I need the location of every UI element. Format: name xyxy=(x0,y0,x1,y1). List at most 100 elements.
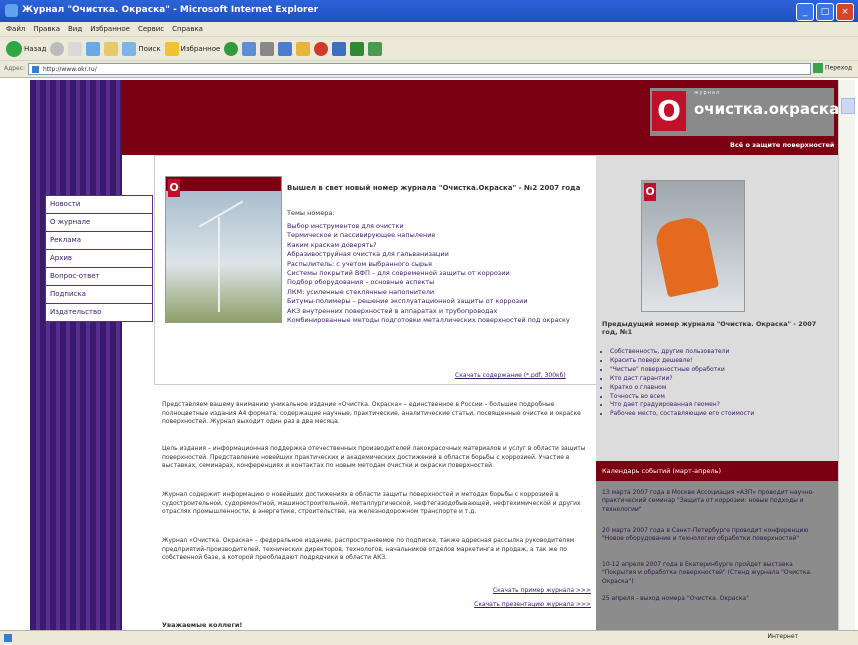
logo-o-mark: O xyxy=(652,91,686,131)
intro-paragraph-3: Журнал содержит информацию о новейших до… xyxy=(162,491,581,516)
calendar-entry: 13 марта 2007 года в Москве Ассоциация «… xyxy=(602,489,815,513)
previous-issue-list: Собственность, другие пользователи Краси… xyxy=(602,348,838,419)
toc-item: Подбор оборудования – основные аспекты xyxy=(287,278,435,287)
nav-item-faq[interactable]: Вопрос-ответ xyxy=(45,268,153,286)
previous-item[interactable]: Что дает градуированная геомен? xyxy=(610,401,838,410)
toc-item: Выбор инструментов для очистки xyxy=(287,222,404,230)
back-button[interactable]: Назад xyxy=(6,40,46,57)
menu-favorites[interactable]: Избранное xyxy=(90,22,130,36)
maximize-button[interactable]: □ xyxy=(816,3,834,21)
tools-icon[interactable] xyxy=(350,41,365,56)
go-button[interactable]: Переход xyxy=(813,63,853,75)
issue-toc: Выбор инструментов для очистки Термическ… xyxy=(287,222,592,325)
cover-logo: O xyxy=(168,179,180,197)
security-zone: Интернет xyxy=(767,633,798,640)
forward-button[interactable] xyxy=(50,41,65,56)
status-bar: Интернет xyxy=(0,630,858,645)
toc-item: ЛКМ: усиленные стеклянные наполнители xyxy=(287,287,435,296)
toc-item: Битумы-полимеры – решение эксплуатационн… xyxy=(287,297,528,306)
intro-paragraph-1: Представляем вашему вниманию уникальное … xyxy=(162,401,581,426)
site-tagline: Всё о защите поверхностей xyxy=(730,141,835,149)
favorites-button[interactable]: Избранное xyxy=(164,41,220,56)
address-label: Адрес: xyxy=(4,65,26,72)
cover-logo: O xyxy=(644,183,656,201)
window-controls: _ □ × xyxy=(796,3,854,21)
address-bar: Адрес: http://www.okr.ru/ Переход xyxy=(0,60,858,78)
history-icon[interactable] xyxy=(224,41,239,56)
main-nav: Новости О журнале Реклама Архив Вопрос-о… xyxy=(45,195,153,322)
stop-icon[interactable] xyxy=(68,41,83,56)
toc-item: Системы покрытий ВФП – для современной з… xyxy=(287,269,510,278)
menu-bar: Файл Правка Вид Избранное Сервис Справка xyxy=(0,22,858,36)
browser-toolbar: Назад Поиск Избранное xyxy=(0,36,858,60)
logo-subtitle: журнал xyxy=(694,90,721,96)
cover-header xyxy=(166,177,281,191)
edit-icon[interactable] xyxy=(278,41,293,56)
vertical-scrollbar[interactable] xyxy=(838,80,855,630)
featured-title: Вышел в свет новый номер журнала "Очистк… xyxy=(287,184,581,192)
extra-icon[interactable] xyxy=(368,41,383,56)
previous-issue-cover[interactable]: O xyxy=(641,180,745,312)
nav-item-publisher[interactable]: Издательство xyxy=(45,304,153,322)
menu-help[interactable]: Справка xyxy=(172,22,203,36)
scrollbar-thumb[interactable] xyxy=(841,98,855,114)
download-presentation-link[interactable]: Скачать презентацию журнала >>> xyxy=(474,601,591,608)
turbine-blade xyxy=(198,200,244,228)
previous-item[interactable]: Точность во всем xyxy=(610,393,838,402)
print-icon[interactable] xyxy=(260,41,275,56)
turbine-tower xyxy=(218,217,220,312)
previous-item[interactable]: Собственность, другие пользователи xyxy=(610,348,838,357)
calendar-entry: 20 марта 2007 года в Санкт-Петербурге пр… xyxy=(602,527,809,543)
toc-item: Комбинированные методы подготовки металл… xyxy=(287,316,570,325)
home-icon[interactable] xyxy=(104,41,119,56)
nav-item-news[interactable]: Новости xyxy=(45,195,153,214)
window-title: Журнал "Очистка. Окраска" - Microsoft In… xyxy=(22,5,319,15)
intro-paragraph-2: Цель издания – информационная поддержка … xyxy=(162,445,586,470)
previous-item[interactable]: Красить поверх дешевле! xyxy=(610,357,838,366)
previous-issue-title: Предыдущий номер журнала "Очистка. Окрас… xyxy=(602,320,817,336)
calendar-body: 13 марта 2007 года в Москве Ассоциация «… xyxy=(596,481,838,630)
mail-icon[interactable] xyxy=(242,41,257,56)
toc-item: Абразивоструйная очистка для гальванизац… xyxy=(287,250,449,259)
right-sidebar: O Предыдущий номер журнала "Очистка. Окр… xyxy=(596,155,838,630)
web-page: O журнал очистка.окраска Всё о защите по… xyxy=(30,80,838,630)
folder-icon[interactable] xyxy=(296,41,311,56)
menu-tools[interactable]: Сервис xyxy=(138,22,164,36)
minimize-button[interactable]: _ xyxy=(796,3,814,21)
decorative-stripes xyxy=(30,80,122,630)
calendar-entry: 25 апреля - выход номера "Очистка. Окрас… xyxy=(602,595,749,602)
nav-item-subscribe[interactable]: Подписка xyxy=(45,286,153,304)
toc-item: Распылитель: с учетом выбранного сырья xyxy=(287,259,432,268)
menu-edit[interactable]: Правка xyxy=(33,22,60,36)
toc-item: Каким краскам доверять? xyxy=(287,240,377,249)
nav-item-ads[interactable]: Реклама xyxy=(45,232,153,250)
previous-item[interactable]: Рабочее место, составляющие его стоимост… xyxy=(610,410,838,419)
previous-item[interactable]: "Чистые" поверхностные обработки xyxy=(610,366,838,375)
nav-item-archive[interactable]: Архив xyxy=(45,250,153,268)
previous-item[interactable]: Кратко о главном xyxy=(610,384,838,393)
star-icon xyxy=(164,41,179,56)
nav-item-about[interactable]: О журнале xyxy=(45,214,153,232)
messenger-icon[interactable] xyxy=(314,41,329,56)
previous-item[interactable]: Кто даст гарантии? xyxy=(610,375,838,384)
menu-view[interactable]: Вид xyxy=(68,22,82,36)
calendar-header: Календарь событий (март-апрель) xyxy=(596,461,838,481)
page-status-icon xyxy=(4,634,12,642)
issue-cover-image[interactable]: O xyxy=(165,176,282,323)
download-sample-link[interactable]: Скачать пример журнала >>> xyxy=(493,587,591,594)
intro-paragraph-4: Журнал «Очистка. Окраска» – федеральное … xyxy=(162,537,575,562)
window-titlebar: Журнал "Очистка. Окраска" - Microsoft In… xyxy=(0,0,858,22)
ie-app-icon xyxy=(5,4,18,17)
lifeboat-image xyxy=(652,214,720,298)
research-icon[interactable] xyxy=(332,41,347,56)
page-icon xyxy=(32,66,39,73)
toc-item: АКЗ внутренних поверхностей в аппаратах … xyxy=(287,306,498,315)
themes-label: Темы номера: xyxy=(287,209,335,217)
site-logo[interactable]: O журнал очистка.окраска xyxy=(650,88,838,136)
search-button[interactable]: Поиск xyxy=(122,41,161,56)
address-input[interactable]: http://www.okr.ru/ xyxy=(28,63,811,75)
refresh-icon[interactable] xyxy=(86,41,101,56)
download-toc-link[interactable]: Скачать содержание (*.pdf, 300кб) xyxy=(455,372,566,379)
close-button[interactable]: × xyxy=(836,3,854,21)
menu-file[interactable]: Файл xyxy=(6,22,25,36)
